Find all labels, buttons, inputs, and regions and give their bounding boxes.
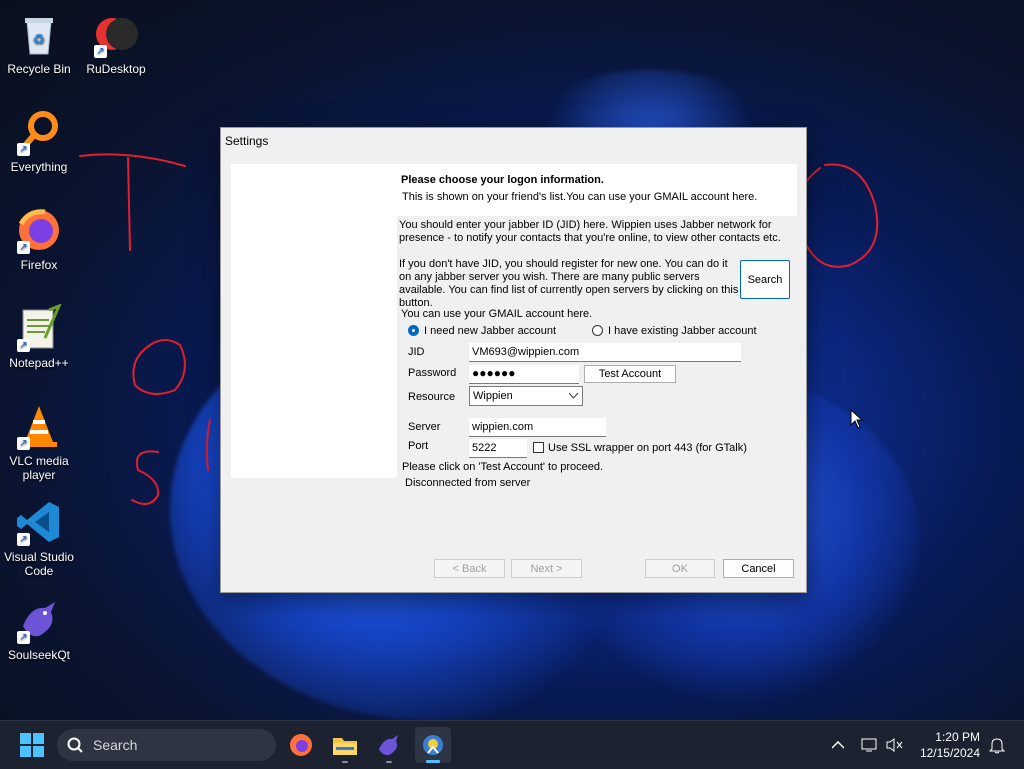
port-label: Port [408,440,429,452]
header-title: Please choose your logon information. [401,174,604,186]
speaker-muted-icon [886,738,903,752]
desktop-icon-label: Everything [10,160,68,174]
test-account-button[interactable]: Test Account [584,365,676,383]
clock[interactable]: 1:20 PM 12/15/2024 [920,729,980,761]
taskbar-firefox[interactable] [283,727,319,763]
server-input[interactable] [469,418,606,437]
hint-text: Please click on 'Test Account' to procee… [402,461,604,473]
taskbar-soulseekqt[interactable] [371,727,407,763]
desktop-icon-label: Notepad++ [9,356,69,370]
firefox-icon: ↗ [15,206,63,254]
register-explanation: If you don't have JID, you should regist… [399,258,739,309]
header-subtitle: This is shown on your friend's list.You … [402,191,758,203]
dialog-title: Settings [225,134,269,148]
vscode-icon: ↗ [15,498,63,546]
svg-text:♻: ♻ [33,31,46,47]
desktop-icon-notepadpp[interactable]: ↗ Notepad++ [0,303,78,370]
clock-date: 12/15/2024 [919,746,980,760]
desktop-icon-label: RuDesktop [86,62,146,76]
active-indicator [426,760,440,763]
desktop-icon-label: VLC media player [9,454,69,482]
shortcut-arrow-icon: ↗ [17,437,30,450]
vlc-cone-icon: ↗ [15,402,63,450]
password-input[interactable]: ●●●●●● [469,365,579,384]
desktop-icon-vlc[interactable]: ↗ VLC media player [0,402,78,482]
next-button[interactable]: Next > [511,559,582,578]
ok-button[interactable]: OK [645,559,715,578]
radio-new-account[interactable] [408,325,419,336]
desktop-icon-everything[interactable]: ↗ Everything [0,108,78,174]
running-indicator [342,761,348,763]
shortcut-arrow-icon: ↗ [94,45,107,58]
gmail-note: You can use your GMAIL account here. [401,308,593,320]
clock-time: 1:20 PM [935,730,980,744]
bell-icon [989,738,1005,754]
radio-existing-account[interactable] [592,325,603,336]
desktop-icon-vscode[interactable]: ↗ Visual Studio Code [0,498,78,578]
everything-icon: ↗ [15,108,63,156]
show-hidden-icons-button[interactable] [826,727,850,763]
taskbar-file-explorer[interactable] [327,727,363,763]
taskbar-search-box[interactable]: Search [57,729,276,761]
wizard-side-panel [231,164,397,478]
password-label: Password [408,367,457,379]
search-icon [67,737,83,753]
soulseek-bird-icon: ↗ [15,596,63,644]
connection-status: Disconnected from server [405,477,531,489]
desktop-icon-rudesktop[interactable]: ↗ RuDesktop [77,10,155,76]
server-label: Server [408,421,441,433]
settings-dialog: Settings Please choose your logon inform… [220,127,807,593]
desktop-icon-label: Visual Studio Code [4,550,74,578]
search-servers-button[interactable]: Search [740,260,790,299]
mouse-cursor-icon [850,409,864,429]
search-placeholder: Search [93,737,138,753]
volume-button[interactable] [882,727,908,763]
start-button[interactable] [14,727,50,763]
back-button[interactable]: < Back [434,559,505,578]
taskbar-wippien[interactable] [415,727,451,763]
radio-new-account-label[interactable]: I need new Jabber account [424,325,556,338]
rudesktop-icon: ↗ [92,10,140,58]
soulseek-bird-icon [379,735,398,756]
chevron-up-icon [832,741,844,749]
notifications-button[interactable] [985,727,1009,763]
recycle-bin-icon: ♻ [15,10,63,58]
desktop-icon-firefox[interactable]: ↗ Firefox [0,206,78,272]
shortcut-arrow-icon: ↗ [17,143,30,156]
windows-logo-icon [20,733,44,757]
desktop-icon-soulseekqt[interactable]: ↗ SoulseekQt [0,596,78,662]
notepadpp-icon: ↗ [15,303,63,352]
cancel-button[interactable]: Cancel [723,559,794,578]
wizard-header: Please choose your logon information. Th… [397,164,797,216]
jid-label: JID [408,346,425,358]
shortcut-arrow-icon: ↗ [17,241,30,254]
network-icon [861,738,877,752]
resource-select[interactable]: Wippien [469,386,583,406]
resource-label: Resource [408,391,456,403]
ssl-checkbox[interactable] [533,442,544,453]
radio-existing-account-label[interactable]: I have existing Jabber account [608,325,757,338]
shortcut-arrow-icon: ↗ [17,533,30,546]
folder-icon [333,738,357,755]
jid-explanation: You should enter your jabber ID (JID) he… [399,219,781,244]
network-status-button[interactable] [857,727,883,763]
shortcut-arrow-icon: ↗ [17,631,30,644]
desktop-icon-label: Firefox [20,258,58,272]
wippien-icon [423,735,443,755]
taskbar: Search 1:20 PM 12/15/2024 [0,720,1024,769]
desktop-icon-label: Recycle Bin [7,62,71,76]
desktop-icon-label: SoulseekQt [7,648,71,662]
chevron-down-icon [569,393,578,399]
ssl-checkbox-label[interactable]: Use SSL wrapper on port 443 (for GTalk) [548,442,747,455]
shortcut-arrow-icon: ↗ [17,339,30,352]
firefox-icon [290,734,312,756]
desktop-icon-recycle-bin[interactable]: ♻ Recycle Bin [0,10,78,76]
port-input[interactable] [469,439,527,458]
running-indicator [386,761,392,763]
resource-value: Wippien [473,390,513,402]
jid-input[interactable] [469,343,741,362]
